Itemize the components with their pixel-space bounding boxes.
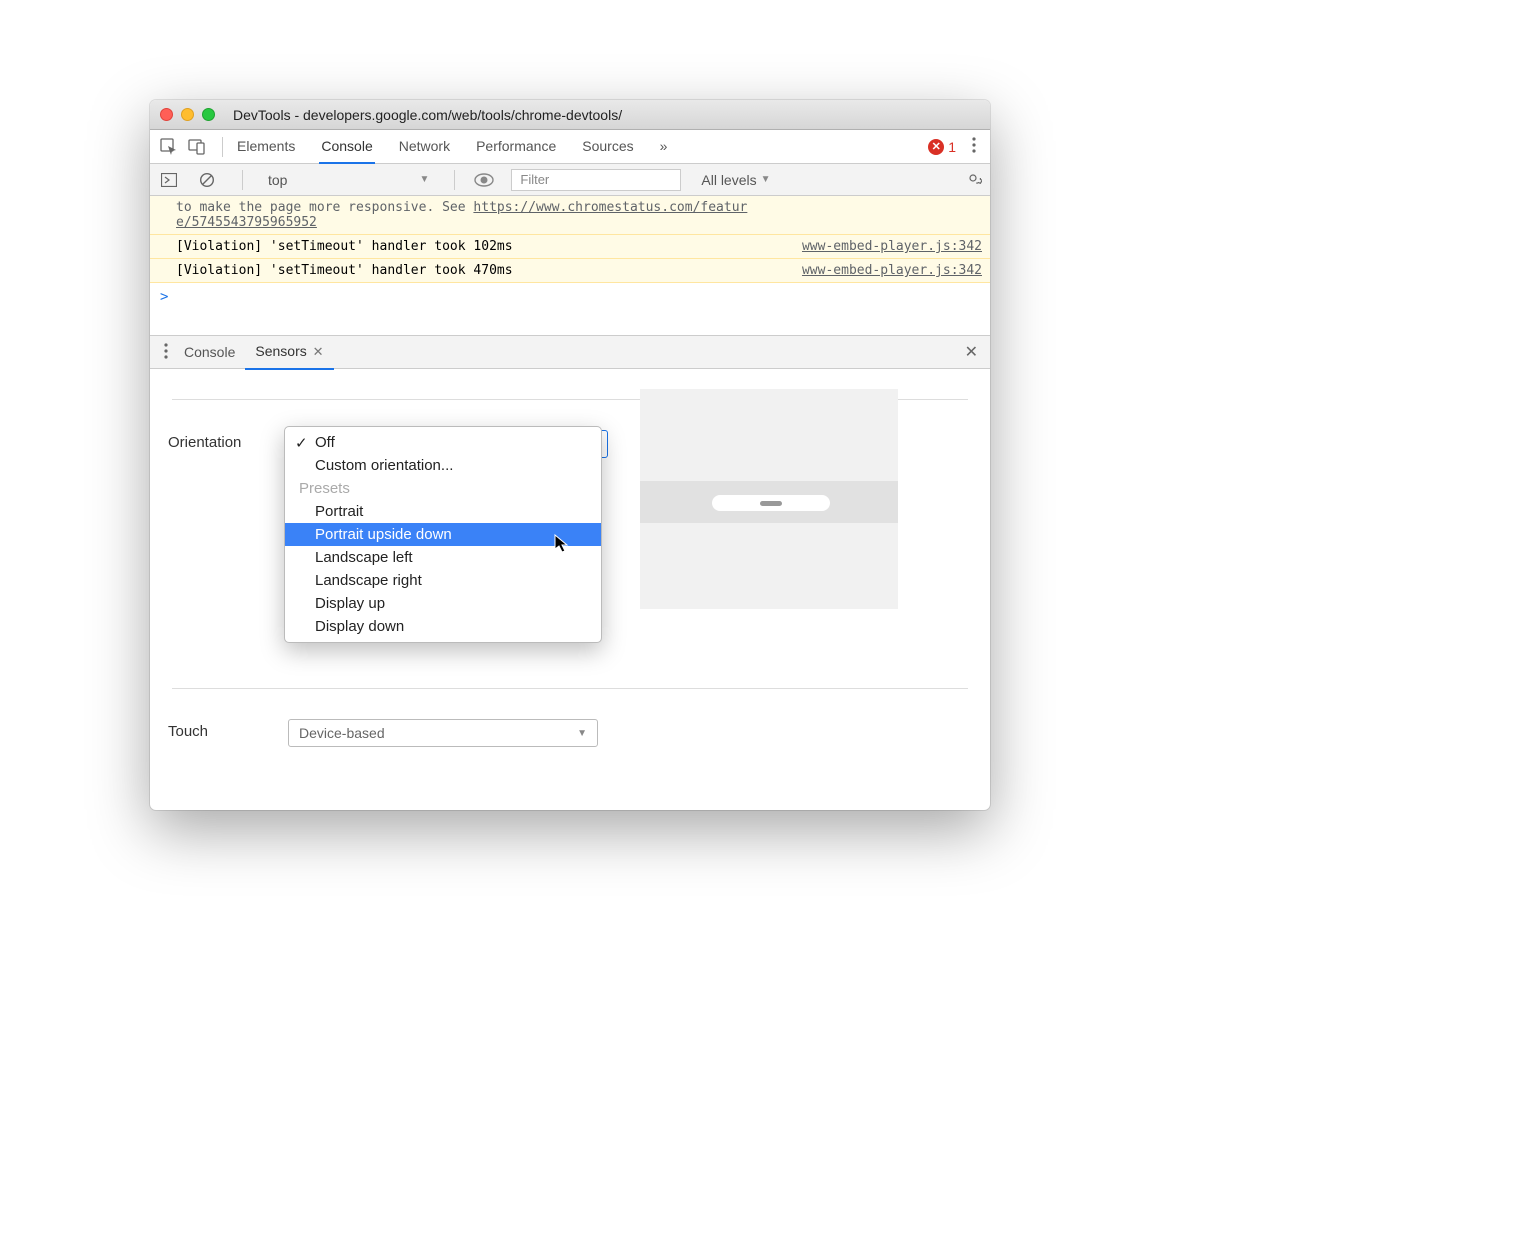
touch-row: Touch Device-based ▼ <box>168 719 972 747</box>
console-settings-icon[interactable] <box>964 169 982 190</box>
touch-select[interactable]: Device-based ▼ <box>288 719 598 747</box>
log-row: [Violation] 'setTimeout' handler took 47… <box>150 259 990 283</box>
sensors-panel: Orientation Off Custom orientation... Pr… <box>150 369 990 810</box>
tab-network[interactable]: Network <box>397 130 452 164</box>
device-orientation-preview[interactable] <box>640 389 898 609</box>
devtools-window: DevTools - developers.google.com/web/too… <box>150 100 990 810</box>
device-speaker-slot <box>712 495 830 511</box>
error-icon: ✕ <box>928 139 944 155</box>
error-count-badge[interactable]: ✕ 1 <box>928 139 956 155</box>
minimize-window-button[interactable] <box>181 108 194 121</box>
option-landscape-left[interactable]: Landscape left <box>285 546 601 569</box>
prompt-caret: > <box>160 289 168 305</box>
drawer-kebab-icon[interactable] <box>158 343 174 362</box>
show-console-sidebar-icon[interactable] <box>158 169 180 191</box>
zoom-window-button[interactable] <box>202 108 215 121</box>
context-value: top <box>268 172 287 188</box>
caret-down-icon: ▼ <box>577 728 587 739</box>
orientation-dropdown-popup: Off Custom orientation... Presets Portra… <box>284 426 602 643</box>
log-source-link[interactable]: www-embed-player.js:342 <box>802 239 982 254</box>
drawer-tab-console[interactable]: Console <box>174 336 245 368</box>
caret-down-icon: ▼ <box>419 174 429 185</box>
drawer-tabs: Console Sensors ✕ ✕ <box>150 335 990 369</box>
console-prompt[interactable]: > <box>150 283 990 311</box>
log-link[interactable]: e/5745543795965952 <box>176 215 317 230</box>
window-controls <box>160 108 215 121</box>
drawer-close-icon[interactable]: ✕ <box>961 338 982 366</box>
option-landscape-right[interactable]: Landscape right <box>285 569 601 592</box>
filter-placeholder: Filter <box>520 172 549 187</box>
toolbar-separator <box>242 170 243 190</box>
titlebar: DevTools - developers.google.com/web/too… <box>150 100 990 130</box>
log-text: to make the page more responsive. See <box>176 200 473 215</box>
log-link[interactable]: https://www.chromestatus.com/featur <box>473 200 747 215</box>
option-portrait-upside-down[interactable]: Portrait upside down <box>285 523 601 546</box>
tab-elements[interactable]: Elements <box>235 130 297 164</box>
tab-sources[interactable]: Sources <box>580 130 635 164</box>
tab-performance[interactable]: Performance <box>474 130 558 164</box>
toolbar-separator <box>454 170 455 190</box>
live-expression-icon[interactable] <box>473 169 495 191</box>
kebab-menu-icon[interactable] <box>966 137 982 156</box>
log-message: [Violation] 'setTimeout' handler took 10… <box>176 239 802 254</box>
console-log-area: to make the page more responsive. See ht… <box>150 196 990 311</box>
drawer-tab-sensors[interactable]: Sensors ✕ <box>245 335 333 370</box>
filter-input[interactable]: Filter <box>511 169 681 191</box>
divider <box>172 688 968 689</box>
log-row: [Violation] 'setTimeout' handler took 10… <box>150 235 990 259</box>
log-levels-selector[interactable]: All levels ▼ <box>701 172 770 188</box>
console-toolbar: top ▼ Filter All levels ▼ <box>150 164 990 196</box>
main-toolbar: Elements Console Network Performance Sou… <box>150 130 990 164</box>
drawer-tab-label: Sensors <box>255 343 306 359</box>
window-title: DevTools - developers.google.com/web/too… <box>233 107 622 123</box>
option-custom[interactable]: Custom orientation... <box>285 454 601 477</box>
error-count: 1 <box>948 139 956 155</box>
touch-value: Device-based <box>299 725 385 741</box>
device-toggle-icon[interactable] <box>186 136 208 158</box>
option-portrait[interactable]: Portrait <box>285 500 601 523</box>
orientation-label: Orientation <box>168 430 288 451</box>
option-off[interactable]: Off <box>285 431 601 454</box>
log-row-truncated: to make the page more responsive. See ht… <box>150 196 990 235</box>
toolbar-separator <box>222 137 223 157</box>
inspect-element-icon[interactable] <box>158 136 180 158</box>
orientation-control: Off Custom orientation... Presets Portra… <box>288 430 608 458</box>
tabs-overflow[interactable]: » <box>658 130 670 164</box>
context-selector[interactable]: top ▼ <box>261 169 436 191</box>
touch-label: Touch <box>168 719 288 740</box>
close-tab-icon[interactable]: ✕ <box>313 344 324 359</box>
close-window-button[interactable] <box>160 108 173 121</box>
caret-down-icon: ▼ <box>761 174 771 185</box>
panel-tabs: Elements Console Network Performance Sou… <box>235 130 918 164</box>
log-source-link[interactable]: www-embed-player.js:342 <box>802 263 982 278</box>
presets-header: Presets <box>285 477 601 500</box>
option-display-down[interactable]: Display down <box>285 615 601 638</box>
tab-console[interactable]: Console <box>319 130 374 164</box>
option-display-up[interactable]: Display up <box>285 592 601 615</box>
log-message: [Violation] 'setTimeout' handler took 47… <box>176 263 802 278</box>
clear-console-icon[interactable] <box>196 169 218 191</box>
levels-label: All levels <box>701 172 756 188</box>
